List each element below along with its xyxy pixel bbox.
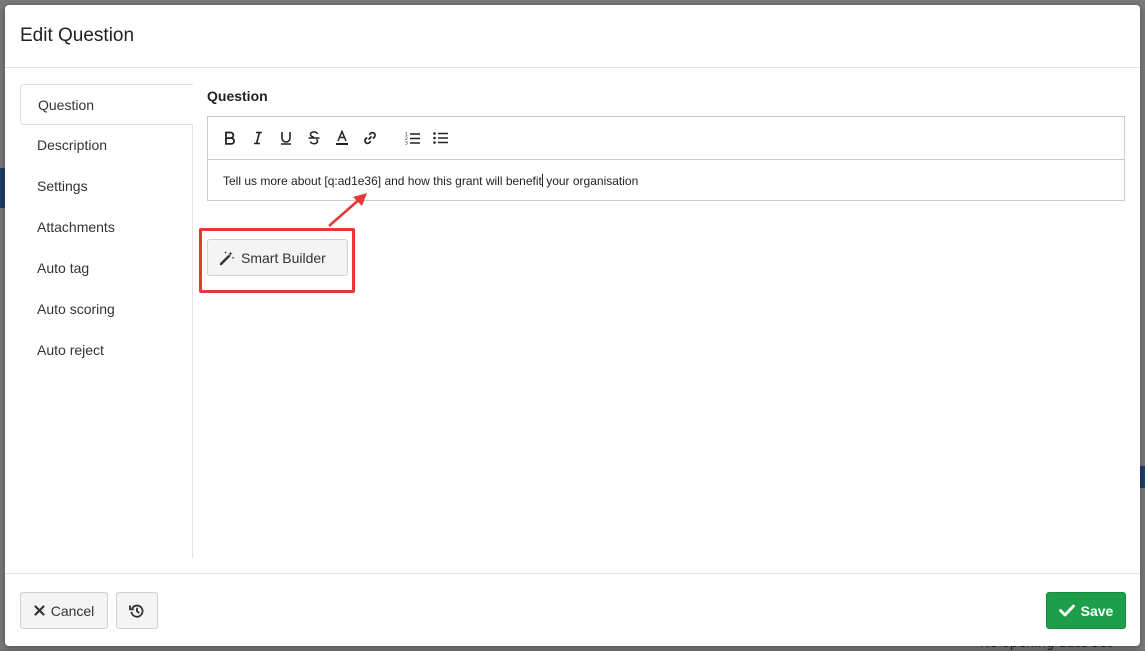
font-color-icon[interactable] bbox=[332, 128, 352, 148]
question-editor: 123 Tell us more about [q:ad1e36] and ho… bbox=[207, 116, 1125, 201]
nav-item-description[interactable]: Description bbox=[20, 125, 190, 166]
nav-item-settings[interactable]: Settings bbox=[20, 166, 190, 207]
magic-wand-icon bbox=[219, 250, 235, 266]
annotation-arrow bbox=[328, 193, 367, 227]
history-icon bbox=[129, 603, 145, 619]
side-nav: Question Description Settings Attachment… bbox=[20, 84, 193, 558]
question-field-label: Question bbox=[207, 88, 268, 104]
editor-content[interactable]: Tell us more about [q:ad1e36] and how th… bbox=[223, 174, 638, 188]
modal-footer: Cancel Save bbox=[5, 573, 1140, 646]
check-icon bbox=[1058, 604, 1075, 617]
edit-question-modal: Edit Question Question Description Setti… bbox=[5, 5, 1140, 646]
smart-builder-button[interactable]: Smart Builder bbox=[207, 239, 348, 276]
history-button[interactable] bbox=[116, 592, 158, 629]
question-text-end: your organisation bbox=[542, 174, 639, 188]
italic-icon[interactable] bbox=[248, 128, 268, 148]
nav-item-auto-tag[interactable]: Auto tag bbox=[20, 248, 190, 289]
cancel-label: Cancel bbox=[50, 602, 95, 619]
save-label: Save bbox=[1080, 602, 1114, 619]
save-button[interactable]: Save bbox=[1046, 592, 1126, 629]
nav-item-attachments[interactable]: Attachments bbox=[20, 207, 190, 248]
svg-text:3: 3 bbox=[405, 141, 408, 146]
question-text: Tell us more about [q:ad1e36] and how th… bbox=[223, 174, 542, 188]
nav-item-auto-reject[interactable]: Auto reject bbox=[20, 330, 190, 371]
strikethrough-icon[interactable] bbox=[304, 128, 324, 148]
bullet-list-icon[interactable] bbox=[431, 128, 451, 148]
close-icon bbox=[34, 605, 45, 616]
nav-item-auto-scoring[interactable]: Auto scoring bbox=[20, 289, 190, 330]
editor-toolbar: 123 bbox=[208, 117, 1124, 160]
bold-icon[interactable] bbox=[220, 128, 240, 148]
ordered-list-icon[interactable]: 123 bbox=[403, 128, 423, 148]
smart-builder-label: Smart Builder bbox=[241, 249, 326, 266]
cancel-button[interactable]: Cancel bbox=[20, 592, 108, 629]
modal-header: Edit Question bbox=[5, 5, 1140, 68]
nav-item-question[interactable]: Question bbox=[20, 84, 193, 125]
modal-title: Edit Question bbox=[20, 25, 135, 46]
link-icon[interactable] bbox=[360, 128, 380, 148]
underline-icon[interactable] bbox=[276, 128, 296, 148]
